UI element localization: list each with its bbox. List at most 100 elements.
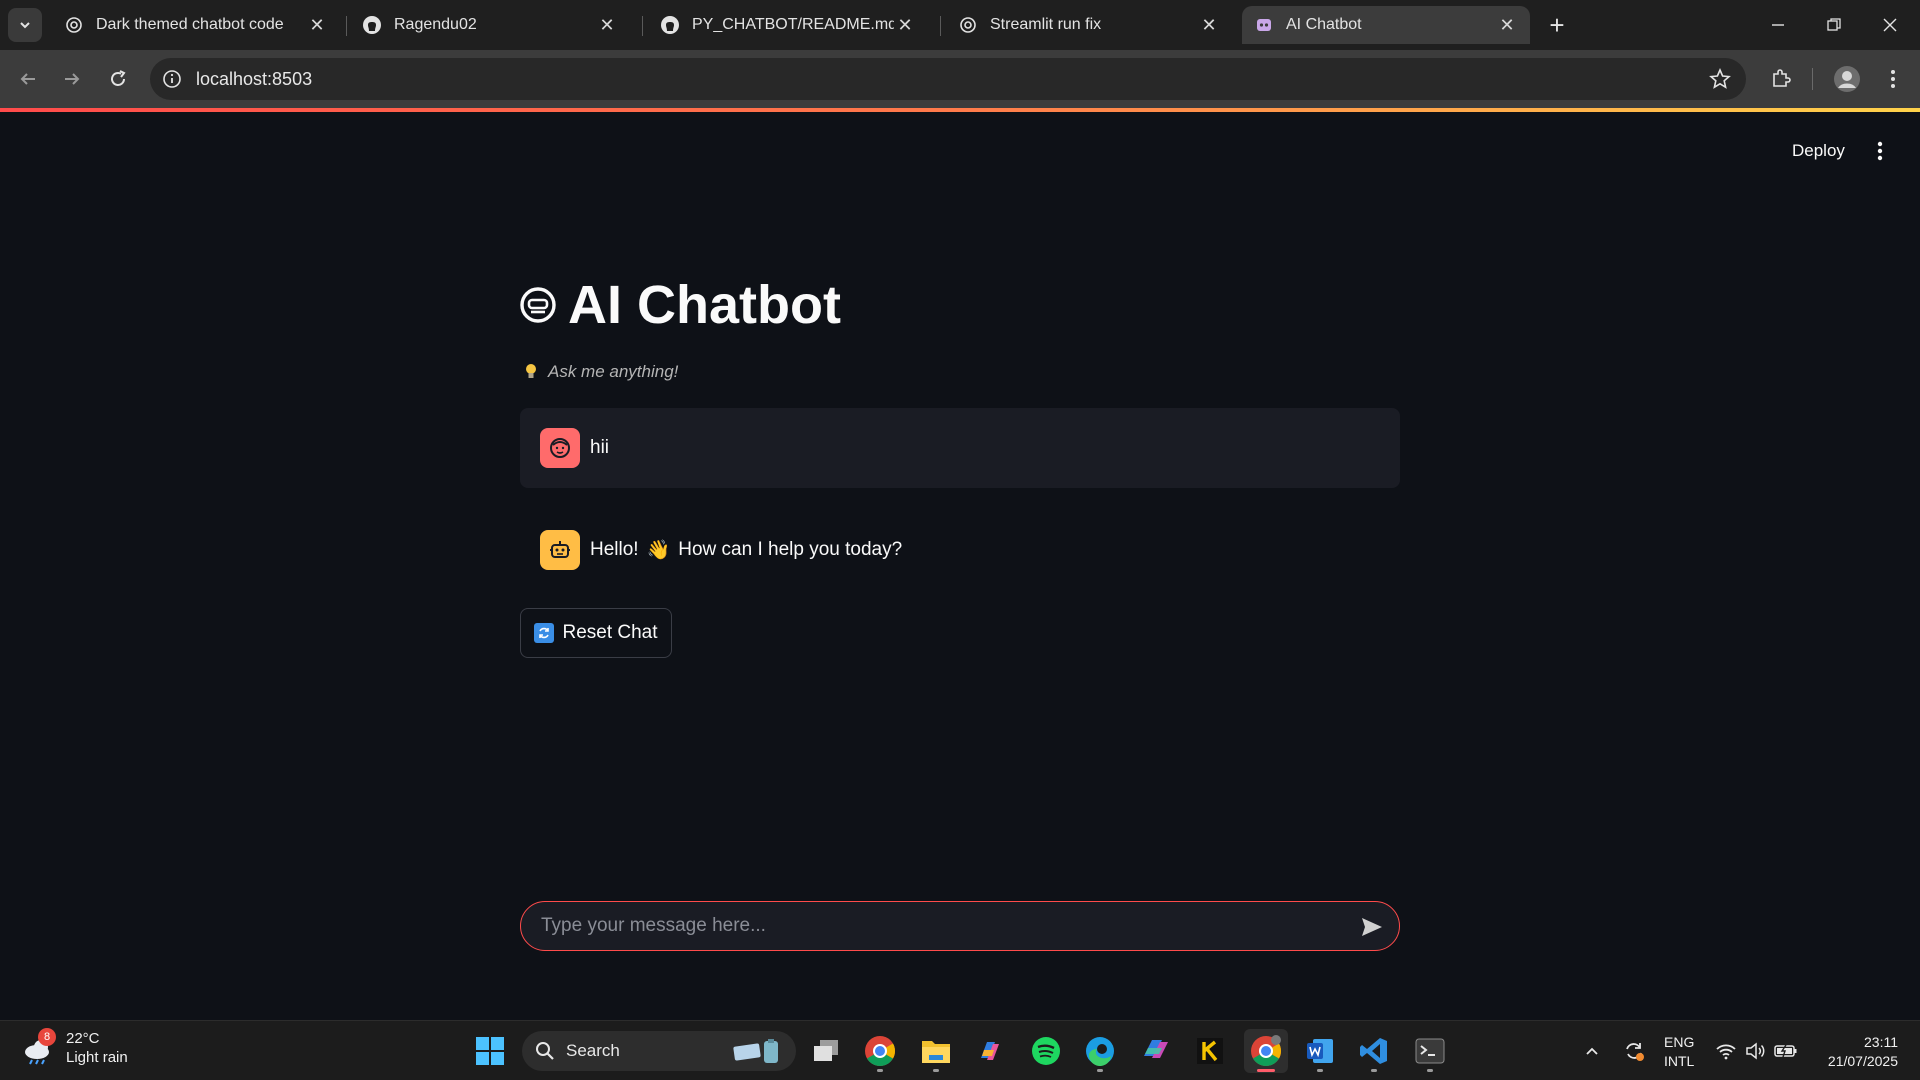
user-message-text: hii xyxy=(590,437,610,458)
bookmark-star-icon[interactable] xyxy=(1708,67,1732,91)
edge-icon xyxy=(1086,1037,1114,1066)
running-indicator xyxy=(877,1069,883,1072)
search-icon xyxy=(534,1040,556,1062)
taskbar-word[interactable] xyxy=(1298,1029,1342,1073)
wifi-icon xyxy=(1716,1044,1736,1060)
minimize-icon xyxy=(1772,24,1784,26)
site-info-icon[interactable] xyxy=(160,67,184,91)
arrow-right-icon xyxy=(65,73,80,85)
robot-icon xyxy=(550,541,570,558)
tab-title: AI Chatbot xyxy=(1286,16,1362,33)
start-button[interactable] xyxy=(468,1029,512,1073)
toolbar-divider xyxy=(1812,68,1813,90)
tab-title: Streamlit run fix xyxy=(990,16,1102,33)
extensions-button[interactable] xyxy=(1765,63,1797,95)
reset-chat-button[interactable]: Reset Chat xyxy=(520,608,672,658)
close-tab-icon[interactable]: ✕ xyxy=(894,14,916,36)
chevron-up-icon xyxy=(1586,1047,1598,1055)
chrome-icon xyxy=(865,1036,896,1067)
tab-dark-themed-chatbot-code[interactable]: Dark themed chatbot code ✕ xyxy=(52,6,340,44)
restore-icon xyxy=(1827,18,1841,31)
show-hidden-icons[interactable] xyxy=(1578,1037,1606,1065)
app-menu-button[interactable] xyxy=(1868,136,1892,166)
close-tab-icon[interactable]: ✕ xyxy=(306,14,328,36)
browser-tab-bar: Dark themed chatbot code ✕ Ragendu02 ✕ P… xyxy=(0,0,1920,50)
chat-message-input[interactable] xyxy=(541,902,1341,950)
active-indicator xyxy=(1257,1069,1275,1072)
browser-menu-button[interactable] xyxy=(1877,63,1909,95)
clock-time: 23:11 xyxy=(1864,1034,1898,1050)
taskbar-chrome-active[interactable] xyxy=(1244,1029,1288,1073)
profile-avatar[interactable] xyxy=(1831,63,1863,95)
terminal-icon xyxy=(1415,1038,1445,1064)
github-icon xyxy=(660,15,680,35)
minimize-button[interactable] xyxy=(1750,0,1806,50)
refresh-icon xyxy=(534,623,555,643)
taskbar-m365[interactable] xyxy=(1134,1029,1178,1073)
page-subtitle: Ask me anything! xyxy=(524,362,678,382)
kebab-menu-icon xyxy=(1877,141,1883,161)
taskbar-file-explorer[interactable] xyxy=(914,1029,958,1073)
close-tab-icon[interactable]: ✕ xyxy=(596,14,618,36)
taskbar-edge[interactable] xyxy=(1078,1029,1122,1073)
tab-divider xyxy=(940,16,941,36)
weather-widget[interactable]: 8 22°C Light rain xyxy=(20,1028,128,1067)
forward-button[interactable] xyxy=(56,63,88,95)
assistant-avatar xyxy=(540,530,580,570)
close-tab-icon[interactable]: ✕ xyxy=(1496,14,1518,36)
lightbulb-icon xyxy=(524,363,538,381)
word-icon xyxy=(1307,1039,1333,1063)
puzzle-icon xyxy=(1773,69,1791,87)
running-indicator xyxy=(1317,1069,1323,1072)
back-button[interactable] xyxy=(12,63,44,95)
battery-charging-icon xyxy=(1774,1044,1797,1058)
rain-cloud-icon: 8 xyxy=(20,1028,56,1066)
robot-face-icon xyxy=(518,285,558,325)
app-main: Deploy AI Chatbot Ask me anything! hii H… xyxy=(0,112,1920,1020)
tab-title: Dark themed chatbot code xyxy=(96,16,284,33)
chrome-icon xyxy=(1251,1035,1282,1067)
waving-hand-icon: 👋 xyxy=(646,540,671,561)
address-bar[interactable]: localhost:8503 xyxy=(150,58,1746,100)
taskbar-copilot[interactable] xyxy=(968,1029,1012,1073)
close-tab-icon[interactable]: ✕ xyxy=(1198,14,1220,36)
taskbar-vscode[interactable] xyxy=(1352,1029,1396,1073)
taskbar-chrome[interactable] xyxy=(858,1029,902,1073)
taskbar-search[interactable]: Search xyxy=(522,1031,796,1071)
windows-logo-icon xyxy=(476,1037,504,1065)
running-indicator xyxy=(1371,1069,1377,1072)
taskbar-k-app[interactable] xyxy=(1188,1029,1232,1073)
folder-icon xyxy=(922,1041,950,1063)
assistant-text-question: How can I help you today? xyxy=(678,539,903,560)
network-status[interactable] xyxy=(1712,1037,1740,1065)
openai-icon xyxy=(64,15,84,35)
reload-button[interactable] xyxy=(102,63,134,95)
battery-status[interactable] xyxy=(1772,1037,1800,1065)
task-view-icon xyxy=(814,1040,838,1061)
tab-search-button[interactable] xyxy=(8,8,42,42)
sync-status[interactable] xyxy=(1620,1037,1648,1065)
running-indicator xyxy=(1097,1069,1103,1072)
new-tab-button[interactable]: + xyxy=(1542,10,1572,40)
running-indicator xyxy=(933,1069,939,1072)
tab-readme[interactable]: PY_CHATBOT/README.md at m ✕ xyxy=(648,6,928,44)
assistant-message-text: Hello! 👋 How can I help you today? xyxy=(590,538,902,562)
tab-streamlit-run-fix[interactable]: Streamlit run fix ✕ xyxy=(946,6,1232,44)
tab-ragendu02[interactable]: Ragendu02 ✕ xyxy=(350,6,630,44)
language-indicator[interactable]: ENG INTL xyxy=(1664,1033,1694,1071)
restore-button[interactable] xyxy=(1806,0,1862,50)
close-window-button[interactable] xyxy=(1862,0,1918,50)
taskbar-terminal[interactable] xyxy=(1408,1029,1452,1073)
tab-divider xyxy=(642,16,643,36)
deploy-button[interactable]: Deploy xyxy=(1782,135,1855,167)
search-label: Search xyxy=(566,1041,620,1060)
task-view-button[interactable] xyxy=(804,1029,848,1073)
reload-icon xyxy=(111,70,126,86)
system-clock[interactable]: 23:11 21/07/2025 xyxy=(1818,1033,1898,1071)
windows-taskbar: 8 22°C Light rain Search ENG INTL 23:11 … xyxy=(0,1020,1920,1080)
browser-toolbar: localhost:8503 xyxy=(0,50,1920,108)
taskbar-spotify[interactable] xyxy=(1024,1029,1068,1073)
send-button[interactable] xyxy=(1357,912,1387,942)
tab-ai-chatbot[interactable]: AI Chatbot ✕ xyxy=(1242,6,1530,44)
volume-control[interactable] xyxy=(1742,1037,1770,1065)
